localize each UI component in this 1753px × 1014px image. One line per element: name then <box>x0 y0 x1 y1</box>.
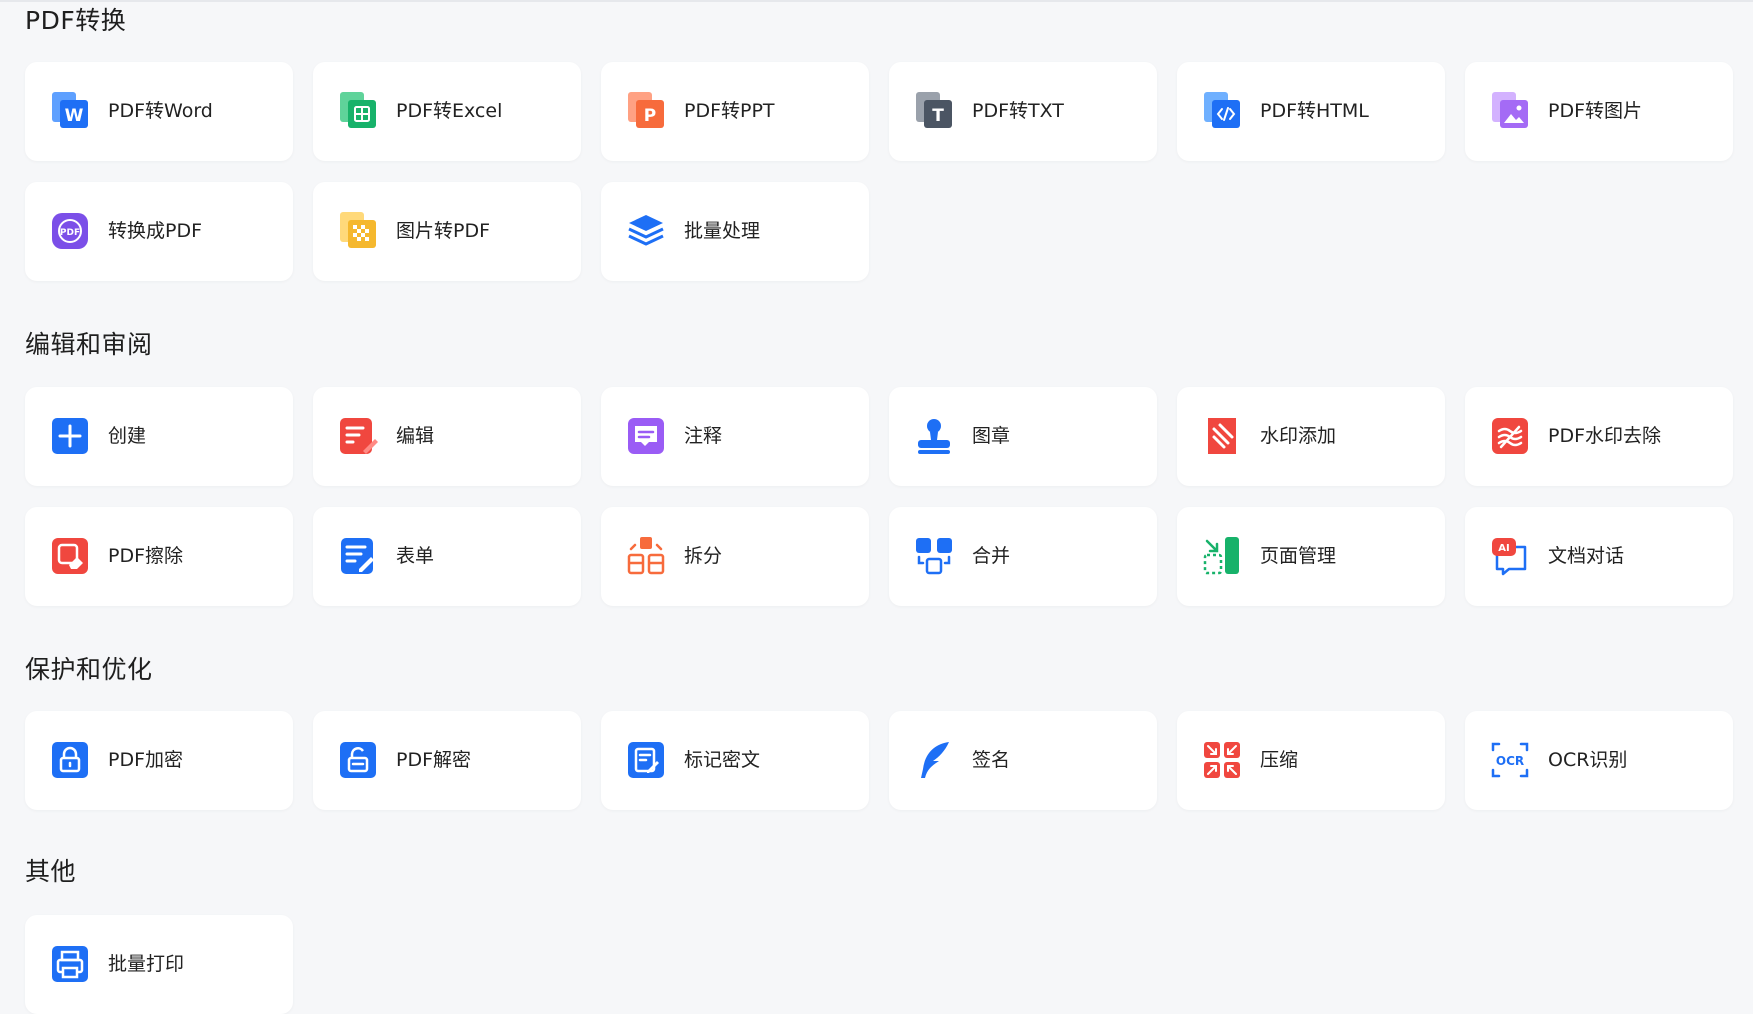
ocr-icon: OCR <box>1489 739 1531 781</box>
tool-label: 压缩 <box>1260 749 1299 771</box>
ai-chat-icon: AI <box>1489 535 1531 577</box>
section-title-convert: PDF转换 <box>25 6 127 35</box>
tool-label: PDF解密 <box>396 749 472 771</box>
tool-decrypt[interactable]: PDF解密 <box>313 711 581 810</box>
compress-icon <box>1201 739 1243 781</box>
section-title-protect: 保护和优化 <box>25 655 153 684</box>
tool-label: 创建 <box>108 425 147 447</box>
tool-label: PDF转图片 <box>1548 100 1643 122</box>
tool-pdf-to-html[interactable]: PDF转HTML <box>1177 62 1445 161</box>
tool-sign[interactable]: 签名 <box>889 711 1157 810</box>
svg-text:OCR: OCR <box>1496 754 1524 768</box>
redact-icon <box>625 739 667 781</box>
image-doc-icon <box>1489 90 1531 132</box>
section-title-other: 其他 <box>25 857 77 886</box>
watermark-add-icon <box>1201 415 1243 457</box>
edit-doc-icon <box>337 415 379 457</box>
tool-pdf-to-ppt[interactable]: P PDF转PPT <box>601 62 869 161</box>
tool-label: 合并 <box>972 545 1011 567</box>
tool-pdf-to-excel[interactable]: PDF转Excel <box>313 62 581 161</box>
tool-split[interactable]: 拆分 <box>601 507 869 606</box>
split-icon <box>625 535 667 577</box>
tools-page: PDF转换 W PDF转Word PDF转Excel P PDF转PPT T P… <box>0 0 1753 1014</box>
printer-icon <box>49 943 91 985</box>
tool-label: 页面管理 <box>1260 545 1337 567</box>
tool-label: 水印添加 <box>1260 425 1337 447</box>
stamp-icon <box>913 415 955 457</box>
tool-batch-process[interactable]: 批量处理 <box>601 182 869 281</box>
top-divider <box>0 0 1753 2</box>
tool-watermark-add[interactable]: 水印添加 <box>1177 387 1445 486</box>
tool-label: 编辑 <box>396 425 435 447</box>
tool-label: OCR识别 <box>1548 749 1628 771</box>
svg-text:W: W <box>65 106 84 126</box>
layers-stack-icon <box>625 210 667 252</box>
eraser-icon <box>49 535 91 577</box>
word-doc-icon: W <box>49 90 91 132</box>
tool-label: PDF擦除 <box>108 545 184 567</box>
feather-sign-icon <box>913 739 955 781</box>
svg-text:P: P <box>644 106 656 126</box>
tool-ai-chat[interactable]: AI 文档对话 <box>1465 507 1733 606</box>
unlock-icon <box>337 739 379 781</box>
tool-compress[interactable]: 压缩 <box>1177 711 1445 810</box>
form-icon <box>337 535 379 577</box>
tool-label: PDF转Excel <box>396 100 503 122</box>
image-to-pdf-icon <box>337 210 379 252</box>
watermark-remove-icon <box>1489 415 1531 457</box>
tool-label: PDF转PPT <box>684 100 775 122</box>
tool-watermark-remove[interactable]: PDF水印去除 <box>1465 387 1733 486</box>
convert-to-pdf-icon: PDF <box>49 210 91 252</box>
tool-page-manage[interactable]: 页面管理 <box>1177 507 1445 606</box>
tool-label: 批量打印 <box>108 953 185 975</box>
tool-pdf-to-image[interactable]: PDF转图片 <box>1465 62 1733 161</box>
tool-label: 签名 <box>972 749 1011 771</box>
tool-label: 标记密文 <box>684 749 761 771</box>
tool-pdf-to-txt[interactable]: T PDF转TXT <box>889 62 1157 161</box>
ppt-doc-icon: P <box>625 90 667 132</box>
tool-stamp[interactable]: 图章 <box>889 387 1157 486</box>
tool-label: PDF转HTML <box>1260 100 1369 122</box>
tool-label: PDF水印去除 <box>1548 425 1662 447</box>
page-manage-icon <box>1201 535 1243 577</box>
tool-label: 注释 <box>684 425 723 447</box>
tool-label: 图片转PDF <box>396 220 491 242</box>
tool-ocr[interactable]: OCR OCR识别 <box>1465 711 1733 810</box>
tool-label: 文档对话 <box>1548 545 1625 567</box>
tool-label: PDF转TXT <box>972 100 1064 122</box>
tool-convert-to-pdf[interactable]: PDF 转换成PDF <box>25 182 293 281</box>
excel-doc-icon <box>337 90 379 132</box>
tool-label: PDF加密 <box>108 749 184 771</box>
tool-annotate[interactable]: 注释 <box>601 387 869 486</box>
merge-icon <box>913 535 955 577</box>
tool-label: 拆分 <box>684 545 723 567</box>
tool-pdf-to-word[interactable]: W PDF转Word <box>25 62 293 161</box>
svg-text:PDF: PDF <box>60 228 80 238</box>
tool-redact[interactable]: 标记密文 <box>601 711 869 810</box>
tool-label: 图章 <box>972 425 1011 447</box>
plus-create-icon <box>49 415 91 457</box>
svg-text:AI: AI <box>1498 543 1509 554</box>
html-doc-icon <box>1201 90 1243 132</box>
tool-erase[interactable]: PDF擦除 <box>25 507 293 606</box>
tool-form[interactable]: 表单 <box>313 507 581 606</box>
tool-batch-print[interactable]: 批量打印 <box>25 915 293 1014</box>
tool-create[interactable]: 创建 <box>25 387 293 486</box>
section-title-edit: 编辑和审阅 <box>25 330 153 359</box>
tool-label: PDF转Word <box>108 100 213 122</box>
tool-image-to-pdf[interactable]: 图片转PDF <box>313 182 581 281</box>
txt-doc-icon: T <box>913 90 955 132</box>
lock-icon <box>49 739 91 781</box>
svg-text:T: T <box>932 106 944 126</box>
tool-encrypt[interactable]: PDF加密 <box>25 711 293 810</box>
tool-merge[interactable]: 合并 <box>889 507 1157 606</box>
tool-label: 表单 <box>396 545 435 567</box>
tool-label: 批量处理 <box>684 220 761 242</box>
tool-label: 转换成PDF <box>108 220 203 242</box>
tool-edit[interactable]: 编辑 <box>313 387 581 486</box>
comment-icon <box>625 415 667 457</box>
